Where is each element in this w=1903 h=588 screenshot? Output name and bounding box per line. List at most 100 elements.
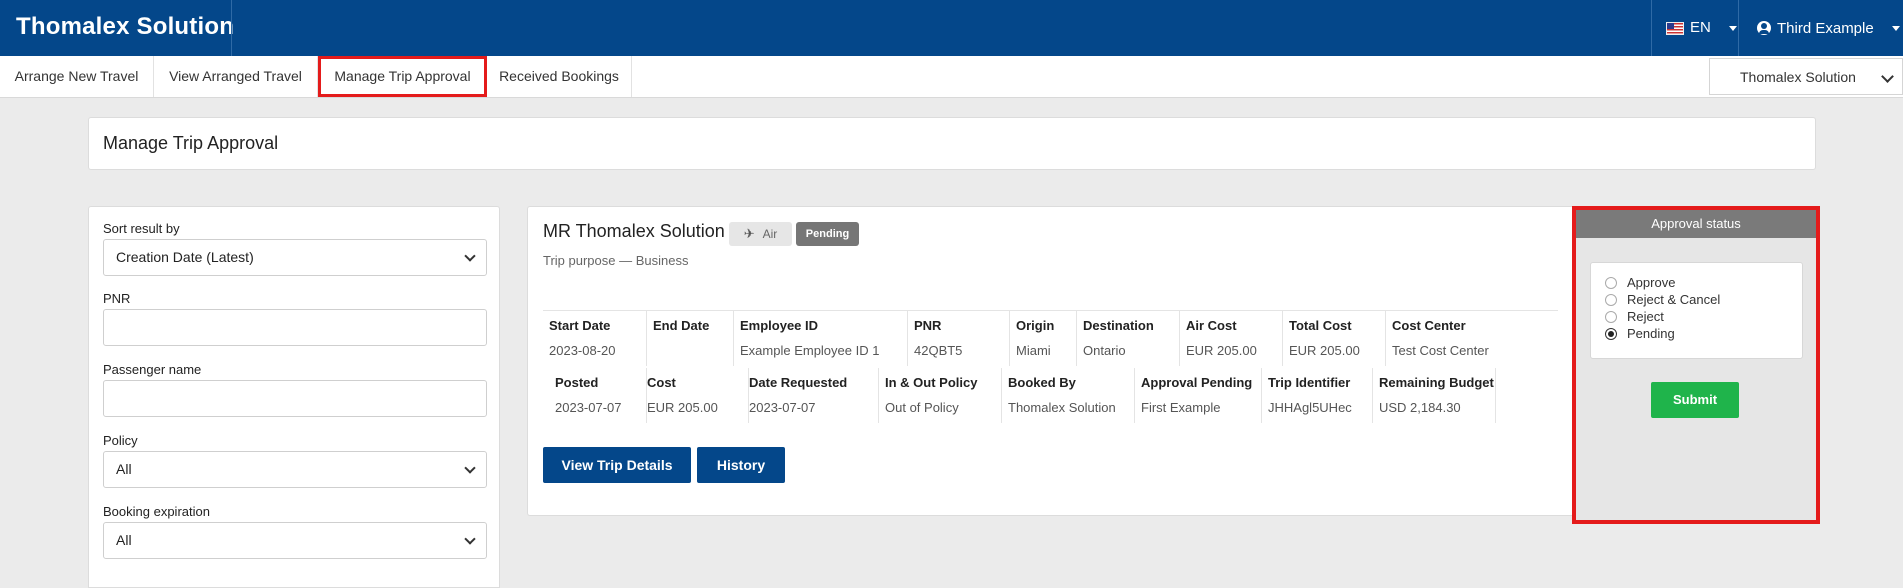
sort-select-value: Creation Date (Latest) — [116, 249, 254, 265]
passenger-name: MR Thomalex Solution — [543, 221, 725, 241]
policy-label: Policy — [103, 433, 138, 448]
tab-manage-trip-approval[interactable]: Manage Trip Approval — [318, 56, 487, 97]
airplane-icon: ✈ — [743, 226, 755, 241]
detail-value: 2023-07-07 — [749, 400, 816, 415]
tab-view-arranged-travel[interactable]: View Arranged Travel — [154, 56, 318, 97]
pnr-input[interactable] — [103, 309, 487, 346]
trip-details-row-1: Start Date 2023-08-20 End Date Employee I… — [543, 310, 1558, 367]
travel-mode-badge: ✈ Air — [729, 222, 792, 246]
us-flag-icon — [1666, 21, 1684, 35]
detail-cell: Air Cost EUR 205.00 — [1180, 311, 1283, 366]
detail-label: Start Date — [549, 318, 611, 333]
view-trip-details-button[interactable]: View Trip Details — [543, 447, 691, 483]
radio-label: Approve — [1627, 275, 1676, 290]
chevron-down-icon — [464, 462, 476, 474]
reject-radio[interactable]: Reject — [1605, 309, 1664, 324]
company-select[interactable]: Thomalex Solution — [1709, 58, 1903, 95]
language-dropdown[interactable]: EN — [1666, 0, 1737, 56]
trip-details-row-2: Posted 2023-07-07 Cost EUR 205.00 Date Req… — [543, 368, 1568, 424]
divider — [1738, 0, 1739, 56]
detail-cell: Start Date 2023-08-20 — [543, 311, 647, 366]
approval-status-panel: Approval status Approve Reject & Cancel … — [1572, 206, 1820, 524]
radio-circle — [1605, 276, 1617, 289]
detail-value: Out of Policy — [885, 400, 959, 415]
caret-down-icon — [1728, 25, 1737, 31]
submit-button[interactable]: Submit — [1651, 382, 1739, 418]
company-select-value: Thomalex Solution — [1740, 68, 1856, 85]
detail-label: In & Out Policy — [885, 375, 978, 390]
language-label: EN — [1690, 19, 1711, 36]
history-button[interactable]: History — [697, 447, 785, 483]
detail-label: Destination — [1083, 318, 1154, 333]
detail-cell: In & Out Policy Out of Policy — [879, 368, 1002, 423]
tab-arrange-new-travel[interactable]: Arrange New Travel — [0, 56, 154, 97]
approve-radio[interactable]: Approve — [1605, 275, 1675, 290]
status-badge: Pending — [796, 222, 859, 246]
radio-label: Reject — [1627, 309, 1664, 324]
divider — [1651, 0, 1652, 56]
policy-select-value: All — [116, 461, 132, 477]
detail-cell: Employee ID Example Employee ID 1 — [734, 311, 908, 366]
approval-options: Approve Reject & Cancel Reject Pending — [1590, 262, 1803, 359]
radio-label: Pending — [1627, 326, 1675, 341]
detail-cell: Destination Ontario — [1077, 311, 1180, 366]
reject-cancel-radio[interactable]: Reject & Cancel — [1605, 292, 1720, 307]
detail-cell: Trip Identifier JHHAgl5UHec — [1262, 368, 1373, 423]
passenger-name-label: Passenger name — [103, 362, 202, 377]
detail-label: Approval Pending — [1141, 375, 1253, 390]
detail-label: PNR — [914, 318, 942, 333]
detail-label: End Date — [653, 318, 710, 333]
detail-cell: Remaining Budget USD 2,184.30 — [1373, 368, 1496, 423]
pnr-label: PNR — [103, 291, 131, 306]
detail-value: First Example — [1141, 400, 1221, 415]
chevron-down-icon — [464, 533, 476, 545]
top-bar: Thomalex Solution EN Third Example — [0, 0, 1903, 56]
detail-value: Test Cost Center — [1392, 343, 1489, 358]
page-title: Manage Trip Approval — [103, 133, 279, 153]
sort-select[interactable]: Creation Date (Latest) — [103, 239, 487, 276]
trip-purpose: Trip purpose — Business — [543, 253, 689, 268]
booking-expiration-label: Booking expiration — [103, 504, 210, 519]
user-icon — [1757, 21, 1771, 35]
sort-label: Sort result by — [103, 221, 180, 236]
detail-label: Origin — [1016, 318, 1055, 333]
detail-label: Employee ID — [740, 318, 819, 333]
detail-label: Total Cost — [1289, 318, 1352, 333]
detail-value: EUR 205.00 — [1289, 343, 1360, 358]
detail-label: Posted — [555, 375, 599, 390]
brand-logo[interactable]: Thomalex Solution — [16, 0, 234, 56]
detail-value: Thomalex Solution — [1008, 400, 1116, 415]
detail-value: 2023-07-07 — [555, 400, 622, 415]
approval-status-title: Approval status — [1576, 210, 1816, 238]
page-title-card: Manage Trip Approval — [88, 117, 1816, 170]
detail-value: Ontario — [1083, 343, 1126, 358]
detail-label: Cost — [647, 375, 676, 390]
user-menu[interactable]: Third Example — [1757, 0, 1900, 56]
detail-label: Air Cost — [1186, 318, 1237, 333]
detail-cell: End Date — [647, 311, 734, 366]
booking-expiration-select[interactable]: All — [103, 522, 487, 559]
tab-received-bookings[interactable]: Received Bookings — [487, 56, 632, 97]
detail-cell: PNR 42QBT5 — [908, 311, 1010, 366]
detail-cell: Date Requested 2023-07-07 — [749, 368, 879, 423]
filter-panel: Sort result by Creation Date (Latest) PN… — [88, 206, 500, 588]
detail-value: JHHAgl5UHec — [1268, 400, 1352, 415]
detail-cell: Cost Center Test Cost Center — [1386, 311, 1558, 366]
pending-radio[interactable]: Pending — [1605, 326, 1675, 341]
detail-cell: Total Cost EUR 205.00 — [1283, 311, 1386, 366]
detail-value: 2023-08-20 — [549, 343, 616, 358]
user-name: Third Example — [1777, 19, 1874, 37]
detail-value: 42QBT5 — [914, 343, 963, 358]
detail-label: Date Requested — [749, 375, 848, 390]
policy-select[interactable]: All — [103, 451, 487, 488]
detail-value: EUR 205.00 — [647, 400, 718, 415]
detail-cell: Cost EUR 205.00 — [647, 368, 749, 423]
chevron-down-icon — [464, 250, 476, 262]
detail-label: Cost Center — [1392, 318, 1466, 333]
detail-cell: Approval Pending First Example — [1135, 368, 1262, 423]
detail-cell: Posted 2023-07-07 — [543, 368, 647, 423]
detail-value: Miami — [1016, 343, 1051, 358]
radio-circle-selected — [1605, 327, 1617, 340]
passenger-name-input[interactable] — [103, 380, 487, 417]
radio-circle — [1605, 310, 1617, 323]
